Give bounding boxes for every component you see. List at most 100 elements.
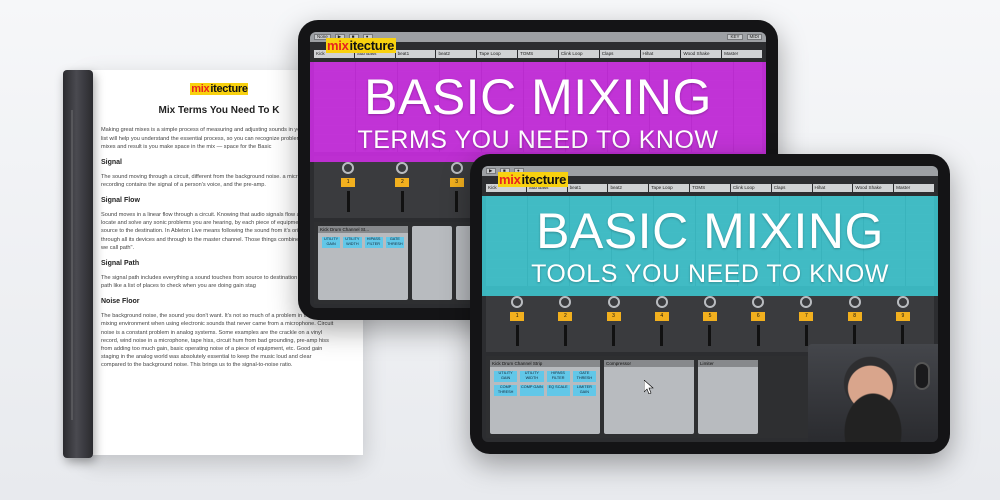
section-body: The background noise, the sound you don'… [101, 313, 334, 368]
pan-knob[interactable] [342, 162, 355, 174]
track-activator[interactable]: 3 [449, 177, 464, 187]
macro-button[interactable]: HIPASS FILTER [546, 371, 570, 382]
macro-grid: UTILITY GAIN UTILITY WIDTH HIPASS FILTER… [490, 367, 600, 400]
channel-strip-rack: Kick Drum Channel Strip UTILITY GAIN UTI… [490, 360, 600, 434]
volume-fader[interactable] [563, 324, 567, 346]
track-header[interactable]: TOMS [518, 50, 558, 58]
track-header[interactable]: beat1 [395, 50, 436, 58]
pan-knob[interactable] [511, 296, 524, 308]
macro-button[interactable]: LIMITER GAIN [572, 385, 596, 396]
track-header[interactable]: Tape Loop [649, 184, 690, 192]
channel-strip-rack: Kick Drum Channel St... UTILITY GAIN UTI… [318, 226, 408, 300]
track-activator[interactable]: 8 [847, 311, 862, 321]
mixer-channel: 8 [834, 296, 876, 346]
pan-knob[interactable] [396, 162, 409, 174]
track-header[interactable]: Claps [599, 50, 640, 58]
track-activator[interactable]: 5 [702, 311, 717, 321]
volume-fader[interactable] [400, 190, 404, 212]
limiter-title: Limiter [698, 360, 758, 367]
compressor-title: Compressor [604, 360, 694, 367]
pan-knob[interactable] [896, 296, 909, 308]
track-header[interactable]: Clink Loop [730, 184, 771, 192]
pan-knob[interactable] [703, 296, 716, 308]
track-activator[interactable]: 3 [606, 311, 621, 321]
track-header[interactable]: Wood Shake [681, 50, 722, 58]
title-banner: BASIC MIXING TOOLS YOU NEED TO KNOW [482, 196, 938, 296]
rack-title: Kick Drum Channel Strip [490, 360, 600, 367]
pan-knob[interactable] [752, 296, 765, 308]
volume-fader[interactable] [612, 324, 616, 346]
mixer-channel: 2 [544, 296, 586, 346]
track-activator[interactable]: 4 [654, 311, 669, 321]
macro-button[interactable]: HIPASS FILTER [364, 237, 383, 248]
track-header[interactable]: Hihat [640, 50, 681, 58]
banner-title: BASIC MIXING [536, 202, 884, 259]
macro-button[interactable]: UTILITY GAIN [494, 371, 518, 382]
track-activator[interactable]: 6 [751, 311, 766, 321]
track-activator[interactable]: 7 [799, 311, 814, 321]
track-header[interactable]: Master [722, 50, 762, 58]
volume-fader[interactable] [660, 324, 664, 346]
mixer-channel: 9 [882, 296, 924, 346]
volume-fader[interactable] [346, 190, 350, 212]
pan-knob[interactable] [450, 162, 463, 174]
volume-fader[interactable] [853, 324, 857, 346]
volume-fader[interactable] [455, 190, 459, 212]
volume-fader[interactable] [756, 324, 760, 346]
pan-knob[interactable] [848, 296, 861, 308]
macro-button[interactable]: COMP GAIN [520, 385, 544, 396]
mixer-channel: 2 [378, 162, 426, 212]
macro-button[interactable]: UTILITY GAIN [322, 237, 341, 248]
pan-knob[interactable] [607, 296, 620, 308]
track-header[interactable]: Clink Loop [558, 50, 599, 58]
macro-button[interactable]: UTILITY WIDTH [520, 371, 544, 382]
macro-button[interactable]: EQ SCALE [546, 385, 570, 396]
banner-subtitle: TOOLS YOU NEED TO KNOW [531, 259, 889, 288]
track-header[interactable]: TOMS [690, 184, 730, 192]
macro-grid: UTILITY GAIN UTILITY WIDTH HIPASS FILTER… [318, 233, 408, 252]
tablet-screen: ▶ ■ ● Kick Sub Bass beat1 beat2 Tape Loo… [482, 166, 938, 442]
macro-button[interactable]: COMP THRESH [494, 385, 518, 396]
pan-knob[interactable] [655, 296, 668, 308]
track-activator[interactable]: 2 [395, 177, 410, 187]
track-activator[interactable]: 1 [510, 311, 525, 321]
brand-logo: mixitecture [498, 172, 569, 187]
pan-knob[interactable] [800, 296, 813, 308]
volume-fader[interactable] [708, 324, 712, 346]
track-header[interactable]: beat2 [436, 50, 477, 58]
volume-fader[interactable] [515, 324, 519, 346]
midi-button[interactable]: MIDI [746, 34, 762, 40]
track-header[interactable]: Claps [771, 184, 812, 192]
play-icon[interactable]: ▶ [486, 168, 496, 174]
banner-title: BASIC MIXING [364, 68, 712, 125]
mouse-cursor-icon [644, 380, 654, 394]
track-activator[interactable]: 2 [558, 311, 573, 321]
mixer-channel: 4 [641, 296, 683, 346]
volume-fader[interactable] [901, 324, 905, 346]
track-header[interactable]: beat2 [608, 184, 649, 192]
macro-button[interactable]: GATE THRESH [572, 371, 596, 382]
track-header[interactable]: Master [894, 184, 934, 192]
volume-fader[interactable] [804, 324, 808, 346]
track-activator[interactable]: 9 [895, 311, 910, 321]
key-button[interactable]: KEY [727, 34, 743, 40]
tablet-tools: ▶ ■ ● Kick Sub Bass beat1 beat2 Tape Loo… [470, 154, 950, 454]
mixer-section: 1 2 3 4 5 6 7 8 9 [486, 290, 934, 352]
macro-button[interactable]: UTILITY WIDTH [343, 237, 362, 248]
pan-knob[interactable] [559, 296, 572, 308]
banner-subtitle: TERMS YOU NEED TO KNOW [357, 125, 719, 154]
track-header[interactable]: beat1 [567, 184, 608, 192]
presenter-video [808, 344, 938, 442]
mixer-channel: 5 [689, 296, 731, 346]
track-header[interactable]: Wood Shake [853, 184, 894, 192]
mixer-channel: 1 [496, 296, 538, 346]
track-activator[interactable]: 1 [341, 177, 356, 187]
utility-device [412, 226, 452, 300]
title-banner: BASIC MIXING TERMS YOU NEED TO KNOW [310, 62, 766, 162]
track-header[interactable]: Hihat [812, 184, 853, 192]
macro-button[interactable]: GATE THRESH [385, 237, 404, 248]
microphone-icon [914, 362, 930, 390]
compressor-device: Compressor [604, 360, 694, 434]
mixer-channel: 3 [592, 296, 634, 346]
track-header[interactable]: Tape Loop [477, 50, 518, 58]
